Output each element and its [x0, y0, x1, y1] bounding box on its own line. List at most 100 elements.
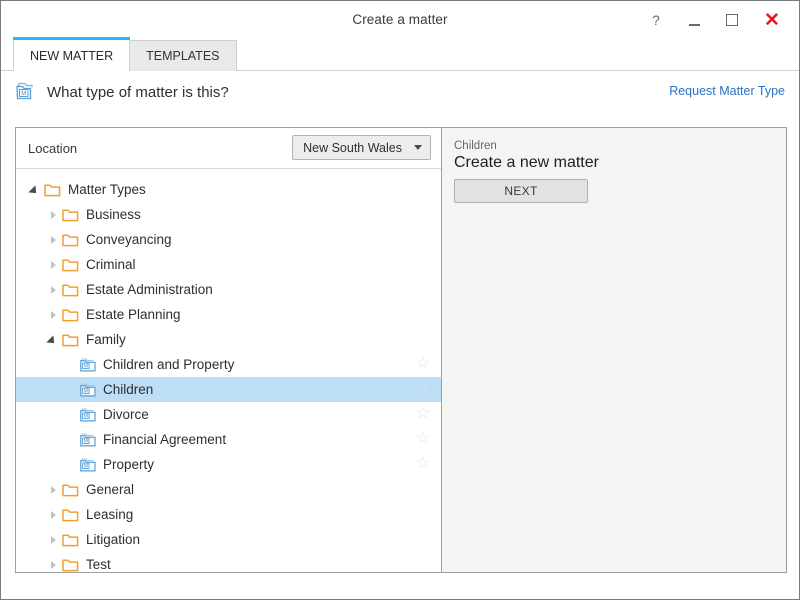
tree-item-litigation[interactable]: Litigation — [16, 527, 441, 552]
expand-triangle-icon[interactable] — [44, 252, 62, 277]
expand-triangle-icon[interactable] — [44, 227, 62, 252]
create-matter-window: Create a matter ? ✕ NEW MATTER TEMPLATES — [0, 0, 800, 600]
folder-icon — [62, 258, 79, 272]
matter-type-browser: Location New South Wales Matter Types Bu… — [16, 128, 442, 572]
maximize-icon[interactable] — [713, 5, 751, 35]
folder-icon — [62, 283, 79, 297]
next-button-label: NEXT — [504, 184, 538, 198]
svg-text:M: M — [21, 91, 26, 97]
matter-type-tree[interactable]: Matter Types Business Conveyancing Crimi… — [16, 169, 441, 572]
folder-icon — [62, 308, 79, 322]
tree-item-divorce[interactable]: M Divorce ☆ — [16, 402, 441, 427]
page-title: What type of matter is this? — [47, 83, 229, 101]
details-pane: Children Create a new matter NEXT — [442, 128, 786, 572]
title-bar: Create a matter ? ✕ — [1, 1, 799, 39]
request-matter-type-link[interactable]: Request Matter Type — [669, 84, 785, 98]
tree-item-family[interactable]: Family — [16, 327, 441, 352]
tree-item-label: Criminal — [86, 257, 136, 272]
tab-templates-label: TEMPLATES — [146, 49, 220, 63]
matter-type-document-icon: M — [80, 357, 96, 372]
expand-triangle-icon[interactable] — [44, 502, 62, 527]
location-label: Location — [28, 140, 78, 156]
svg-text:M: M — [84, 463, 88, 469]
next-button[interactable]: NEXT — [454, 179, 588, 203]
tree-item-business[interactable]: Business — [16, 202, 441, 227]
expand-triangle-icon[interactable] — [44, 302, 62, 327]
chevron-down-icon — [414, 145, 422, 150]
matter-type-document-icon: M — [80, 407, 96, 422]
tree-item-general[interactable]: General — [16, 477, 441, 502]
favorite-star-icon[interactable]: ☆ — [415, 381, 431, 397]
details-heading: Create a new matter — [454, 154, 599, 171]
minimize-icon[interactable] — [675, 5, 713, 35]
expand-triangle-icon[interactable] — [44, 552, 62, 572]
folder-icon — [62, 533, 79, 547]
window-controls: ? ✕ — [637, 1, 793, 39]
tree-item-label: Test — [86, 557, 111, 572]
folder-icon — [62, 483, 79, 497]
tree-item-estate-planning[interactable]: Estate Planning — [16, 302, 441, 327]
matter-type-icon: M — [15, 82, 37, 102]
tree-item-label: Litigation — [86, 532, 141, 547]
expand-triangle-icon[interactable] — [44, 477, 62, 502]
tree-item-matter-types[interactable]: Matter Types — [16, 177, 441, 202]
svg-text:M: M — [84, 388, 88, 394]
tab-new-matter[interactable]: NEW MATTER — [13, 37, 131, 72]
tree-item-label: Conveyancing — [86, 232, 172, 247]
tab-list: NEW MATTER TEMPLATES — [13, 37, 237, 72]
tree-item-label: Business — [86, 207, 141, 222]
close-icon[interactable]: ✕ — [751, 5, 793, 35]
tree-item-label: General — [86, 482, 135, 497]
tree-item-children-and-property[interactable]: M Children and Property ☆ — [16, 352, 441, 377]
tree-item-label: Divorce — [103, 407, 149, 422]
svg-text:M: M — [84, 413, 88, 419]
folder-icon — [62, 558, 79, 572]
folder-icon — [62, 233, 79, 247]
tree-item-label: Children and Property — [103, 357, 235, 372]
tree-item-label: Children — [103, 382, 154, 397]
svg-text:M: M — [84, 363, 88, 369]
tree-item-property[interactable]: M Property ☆ — [16, 452, 441, 477]
content-area: Location New South Wales Matter Types Bu… — [15, 127, 787, 573]
collapse-triangle-icon[interactable] — [44, 327, 62, 352]
favorite-star-icon[interactable]: ☆ — [415, 406, 431, 422]
tree-item-label: Property — [103, 457, 155, 472]
selected-matter-type-label: Children — [454, 140, 497, 152]
favorite-star-icon[interactable]: ☆ — [415, 456, 431, 472]
favorite-star-icon[interactable]: ☆ — [415, 431, 431, 447]
folder-icon — [62, 208, 79, 222]
expand-triangle-icon[interactable] — [44, 527, 62, 552]
folder-icon — [62, 333, 79, 347]
location-dropdown-value: New South Wales — [303, 140, 402, 155]
help-icon[interactable]: ? — [637, 5, 675, 35]
location-dropdown[interactable]: New South Wales — [292, 135, 431, 160]
location-bar: Location New South Wales — [16, 128, 441, 169]
tree-item-estate-administration[interactable]: Estate Administration — [16, 277, 441, 302]
tree-item-label: Estate Planning — [86, 307, 181, 322]
tab-strip: NEW MATTER TEMPLATES — [1, 37, 799, 72]
matter-type-document-icon: M — [80, 382, 96, 397]
tree-item-leasing[interactable]: Leasing — [16, 502, 441, 527]
matter-type-document-icon: M — [80, 432, 96, 447]
tree-item-children[interactable]: M Children ☆ — [16, 377, 441, 402]
tree-item-test[interactable]: Test — [16, 552, 441, 572]
tree-item-criminal[interactable]: Criminal — [16, 252, 441, 277]
tree-item-financial-agreement[interactable]: M Financial Agreement ☆ — [16, 427, 441, 452]
favorite-star-icon[interactable]: ☆ — [415, 356, 431, 372]
header-row: M What type of matter is this? Request M… — [1, 71, 799, 113]
folder-icon — [62, 508, 79, 522]
expand-triangle-icon[interactable] — [44, 202, 62, 227]
expand-triangle-icon[interactable] — [44, 277, 62, 302]
tree-item-label: Family — [86, 332, 126, 347]
matter-type-document-icon: M — [80, 457, 96, 472]
collapse-triangle-icon[interactable] — [26, 177, 44, 202]
tree-item-conveyancing[interactable]: Conveyancing — [16, 227, 441, 252]
tab-templates[interactable]: TEMPLATES — [129, 40, 237, 71]
tab-new-matter-label: NEW MATTER — [30, 48, 114, 63]
tree-item-label: Matter Types — [68, 182, 146, 197]
